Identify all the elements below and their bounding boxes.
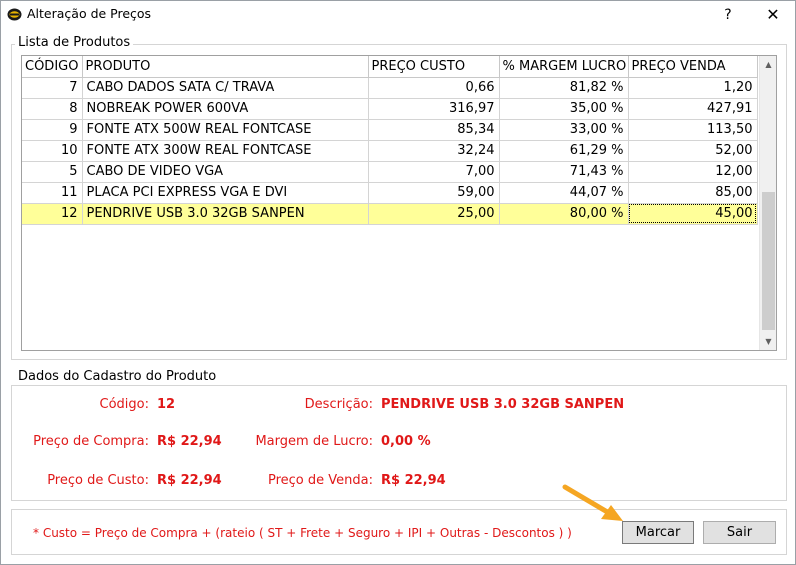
cell-codigo[interactable]: 8 xyxy=(22,98,83,120)
table-row[interactable]: 10 FONTE ATX 300W REAL FONTCASE 32,24 61… xyxy=(22,140,758,162)
descricao-value: PENDRIVE USB 3.0 32GB SANPEN xyxy=(381,397,625,412)
cell-margem-lucro[interactable]: 33,00 % xyxy=(499,119,629,141)
help-button[interactable]: ? xyxy=(715,3,741,27)
cell-preco-custo[interactable]: 85,34 xyxy=(368,119,500,141)
table-row[interactable]: 8 NOBREAK POWER 600VA 316,97 35,00 % 427… xyxy=(22,98,758,120)
cell-produto[interactable]: PLACA PCI EXPRESS VGA E DVI xyxy=(82,182,369,204)
sair-button[interactable]: Sair xyxy=(703,521,776,544)
window-title: Alteração de Preços xyxy=(27,6,152,21)
preco-venda-value: R$ 22,94 xyxy=(381,473,446,488)
cell-produto[interactable]: FONTE ATX 500W REAL FONTCASE xyxy=(82,119,369,141)
scrollbar-thumb[interactable] xyxy=(762,192,775,330)
close-button[interactable]: ✕ xyxy=(757,3,789,27)
column-header-preco-venda[interactable]: PREÇO VENDA xyxy=(628,56,758,78)
column-header-margem-lucro[interactable]: % MARGEM LUCRO xyxy=(499,56,629,78)
table-row-selected[interactable]: 12 PENDRIVE USB 3.0 32GB SANPEN 25,00 80… xyxy=(22,203,758,225)
cell-preco-venda[interactable]: 427,91 xyxy=(628,98,758,120)
table-row[interactable]: 7 CABO DADOS SATA C/ TRAVA 0,66 81,82 % … xyxy=(22,77,758,99)
descricao-label: Descrição: xyxy=(304,397,373,412)
cell-margem-lucro[interactable]: 71,43 % xyxy=(499,161,629,183)
cell-preco-custo[interactable]: 316,97 xyxy=(368,98,500,120)
column-header-codigo[interactable]: CÓDIGO xyxy=(22,56,83,78)
cell-codigo[interactable]: 9 xyxy=(22,119,83,141)
scroll-up-icon[interactable]: ▲ xyxy=(760,56,776,73)
cell-preco-custo[interactable]: 7,00 xyxy=(368,161,500,183)
price-change-window: Alteração de Preços ? ✕ Lista de Produto… xyxy=(0,0,796,565)
product-grid[interactable]: CÓDIGO PRODUTO PREÇO CUSTO % MARGEM LUCR… xyxy=(21,55,777,351)
cell-margem-lucro[interactable]: 81,82 % xyxy=(499,77,629,99)
cell-preco-venda[interactable]: 113,50 xyxy=(628,119,758,141)
cell-codigo[interactable]: 12 xyxy=(22,203,83,225)
cell-preco-venda[interactable]: 85,00 xyxy=(628,182,758,204)
product-table: CÓDIGO PRODUTO PREÇO CUSTO % MARGEM LUCR… xyxy=(22,56,758,225)
cell-margem-lucro[interactable]: 80,00 % xyxy=(499,203,629,225)
pointer-arrow-icon xyxy=(562,484,623,521)
marcar-button[interactable]: Marcar xyxy=(622,521,694,544)
cell-margem-lucro[interactable]: 44,07 % xyxy=(499,182,629,204)
margem-lucro-label: Margem de Lucro: xyxy=(255,434,373,449)
column-header-preco-custo[interactable]: PREÇO CUSTO xyxy=(368,56,500,78)
preco-venda-label: Preço de Venda: xyxy=(267,473,373,488)
table-row[interactable]: 9 FONTE ATX 500W REAL FONTCASE 85,34 33,… xyxy=(22,119,758,141)
product-list-group-label: Lista de Produtos xyxy=(15,35,134,50)
cell-preco-custo[interactable]: 59,00 xyxy=(368,182,500,204)
cell-preco-custo[interactable]: 0,66 xyxy=(368,77,500,99)
preco-compra-value: R$ 22,94 xyxy=(157,434,222,449)
column-header-produto[interactable]: PRODUTO xyxy=(82,56,369,78)
cell-codigo[interactable]: 5 xyxy=(22,161,83,183)
cell-produto[interactable]: CABO DE VIDEO VGA xyxy=(82,161,369,183)
vertical-scrollbar[interactable]: ▲ ▼ xyxy=(759,56,776,350)
cell-produto[interactable]: FONTE ATX 300W REAL FONTCASE xyxy=(82,140,369,162)
cell-produto[interactable]: PENDRIVE USB 3.0 32GB SANPEN xyxy=(82,203,369,225)
codigo-label: Código: xyxy=(99,397,149,412)
margem-lucro-value: 0,00 % xyxy=(381,434,431,449)
table-row[interactable]: 11 PLACA PCI EXPRESS VGA E DVI 59,00 44,… xyxy=(22,182,758,204)
title-bar[interactable]: Alteração de Preços ? ✕ xyxy=(1,1,795,29)
cell-preco-custo[interactable]: 32,24 xyxy=(368,140,500,162)
cell-produto[interactable]: CABO DADOS SATA C/ TRAVA xyxy=(82,77,369,99)
cell-margem-lucro[interactable]: 35,00 % xyxy=(499,98,629,120)
cell-margem-lucro[interactable]: 61,29 % xyxy=(499,140,629,162)
app-logo-icon xyxy=(7,8,22,21)
codigo-value: 12 xyxy=(157,397,176,412)
preco-custo-label: Preço de Custo: xyxy=(47,473,149,488)
table-row[interactable]: 5 CABO DE VIDEO VGA 7,00 71,43 % 12,00 xyxy=(22,161,758,183)
cell-preco-venda[interactable]: 12,00 xyxy=(628,161,758,183)
cell-produto[interactable]: NOBREAK POWER 600VA xyxy=(82,98,369,120)
cell-preco-venda[interactable]: 1,20 xyxy=(628,77,758,99)
cell-codigo[interactable]: 7 xyxy=(22,77,83,99)
cell-preco-venda-editing[interactable]: 45,00 xyxy=(628,203,758,225)
cost-formula-note: * Custo = Preço de Compra + (rateio ( ST… xyxy=(33,526,572,540)
cell-preco-venda[interactable]: 52,00 xyxy=(628,140,758,162)
product-details-group-label: Dados do Cadastro do Produto xyxy=(15,369,220,384)
preco-compra-label: Preço de Compra: xyxy=(33,434,149,449)
scroll-down-icon[interactable]: ▼ xyxy=(760,333,776,350)
cell-codigo[interactable]: 11 xyxy=(22,182,83,204)
cell-preco-custo[interactable]: 25,00 xyxy=(368,203,500,225)
table-header-row: CÓDIGO PRODUTO PREÇO CUSTO % MARGEM LUCR… xyxy=(22,56,758,78)
cell-codigo[interactable]: 10 xyxy=(22,140,83,162)
preco-custo-value: R$ 22,94 xyxy=(157,473,222,488)
